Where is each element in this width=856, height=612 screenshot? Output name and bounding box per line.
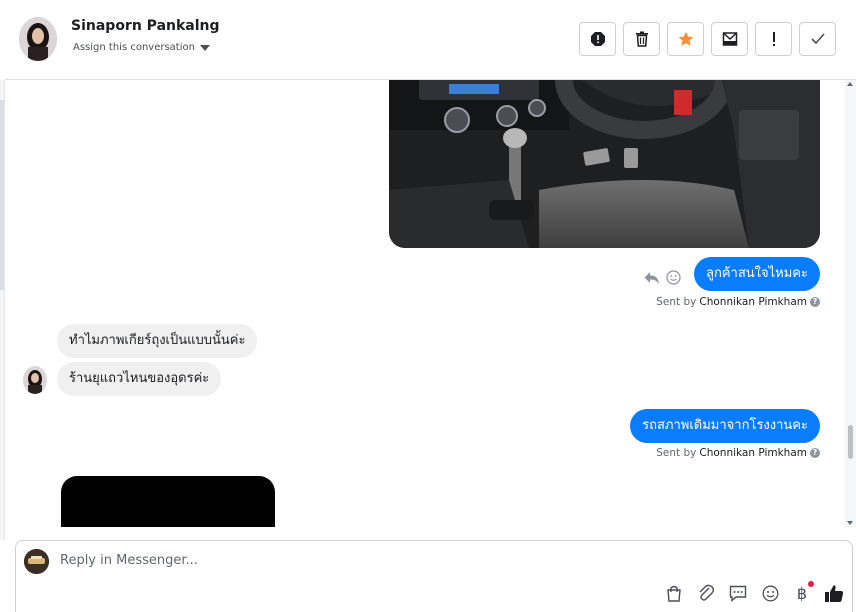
shop-icon xyxy=(667,585,681,602)
sent-by-prefix: Sent by xyxy=(656,296,697,308)
page-avatar xyxy=(24,549,49,574)
contact-avatar[interactable] xyxy=(19,17,57,61)
baht-payment-icon: ฿ xyxy=(796,583,808,603)
reply-icon[interactable] xyxy=(644,271,660,285)
caret-down-icon xyxy=(199,44,210,51)
trash-icon xyxy=(635,31,648,47)
help-icon[interactable]: ? xyxy=(810,448,820,458)
notification-dot xyxy=(808,581,814,587)
conversation-toolbar xyxy=(579,22,836,56)
delete-button[interactable] xyxy=(623,22,660,56)
spam-icon xyxy=(590,32,605,46)
help-icon[interactable]: ? xyxy=(810,297,820,307)
thread-scrollbar[interactable] xyxy=(845,80,856,527)
star-button[interactable] xyxy=(667,22,704,56)
sent-by-prefix: Sent by xyxy=(656,447,697,459)
sent-image-car-interior[interactable] xyxy=(389,80,820,248)
emoji-reaction-icon[interactable] xyxy=(666,270,681,285)
move-to-inbox-button[interactable] xyxy=(711,22,748,56)
shop-button[interactable] xyxy=(664,583,684,603)
scroll-up-arrow-icon[interactable] xyxy=(847,82,853,86)
mark-done-button[interactable] xyxy=(799,22,836,56)
emoji-button[interactable] xyxy=(760,583,780,603)
sent-by-label: Sent by Chonnikan Pimkham ? xyxy=(656,296,820,308)
payment-button[interactable]: ฿ xyxy=(792,581,814,603)
contact-avatar-small[interactable] xyxy=(23,366,47,394)
composer-toolbar: ฿ xyxy=(664,581,844,603)
received-image[interactable] xyxy=(61,476,275,527)
emoji-icon xyxy=(762,585,778,601)
inbox-move-icon xyxy=(722,32,737,46)
incoming-message[interactable]: ทำไมภาพเกียร์ถุงเป็นแบบนั้นค่ะ xyxy=(57,324,258,358)
reply-input[interactable] xyxy=(60,553,760,568)
sender-name[interactable]: Chonnikan Pimkham xyxy=(699,296,807,308)
message-thread: ลูกค้าสนใจไหมคะ Sent by Chonnikan Pimkha… xyxy=(5,80,856,527)
saved-reply-icon xyxy=(729,585,747,602)
scroll-thumb[interactable] xyxy=(848,425,853,459)
saved-replies-button[interactable] xyxy=(728,583,748,603)
scroll-down-arrow-icon[interactable] xyxy=(847,521,853,525)
attach-button[interactable] xyxy=(696,583,716,603)
assign-conversation-dropdown[interactable]: Assign this conversation xyxy=(73,42,210,53)
outgoing-message[interactable]: รถสภาพเดิมมาจากโรงงานคะ xyxy=(630,409,820,443)
like-button[interactable] xyxy=(824,583,844,603)
sent-by-label: Sent by Chonnikan Pimkham ? xyxy=(656,447,820,459)
like-icon xyxy=(825,584,844,602)
contact-name[interactable]: Sinaporn Pankalng xyxy=(71,18,220,34)
reply-composer: ฿ xyxy=(15,540,853,612)
incoming-message[interactable]: ร้านยุแถวไหนของอุดรค่ะ xyxy=(57,362,222,396)
mark-unread-button[interactable] xyxy=(755,22,792,56)
attach-icon xyxy=(699,584,715,601)
mark-unread-icon xyxy=(772,32,775,46)
conversation-header: Sinaporn Pankalng Assign this conversati… xyxy=(5,0,856,80)
left-scroll-thumb[interactable] xyxy=(0,100,4,290)
mark-spam-button[interactable] xyxy=(579,22,616,56)
sender-name[interactable]: Chonnikan Pimkham xyxy=(699,447,807,459)
assign-label: Assign this conversation xyxy=(73,42,195,53)
message-actions xyxy=(644,270,681,285)
done-icon xyxy=(810,33,825,45)
outgoing-message[interactable]: ลูกค้าสนใจไหมคะ xyxy=(694,257,820,291)
star-icon xyxy=(678,31,693,46)
